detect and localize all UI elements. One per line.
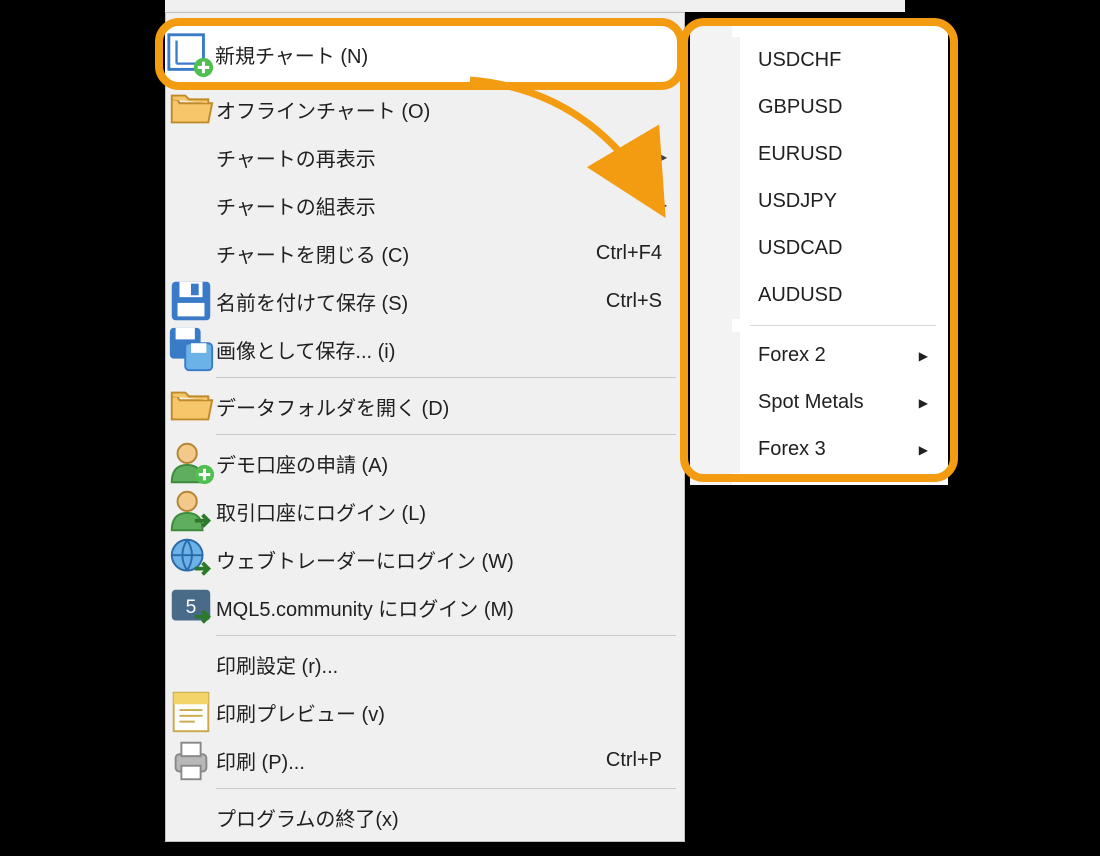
menu-item-print[interactable]: 印刷 (P)... Ctrl+P [166,736,684,784]
submenu-arrow-icon: ▶ [919,443,936,457]
menu-item-reshow-chart[interactable]: チャートの再表示 ▶ [166,133,684,181]
menu-item-open-data-folder[interactable]: データフォルダを開く (D) [166,382,684,430]
menu-label: MQL5.community にログイン (M) [216,593,672,622]
menu-separator [216,434,676,435]
globe-login-icon [166,534,216,584]
menu-item-login-web[interactable]: ウェブトレーダーにログイン (W) [166,535,684,583]
menu-label: データフォルダを開く (D) [216,392,672,421]
group-label: Forex 2 [740,344,919,367]
new-chart-icon [165,29,215,79]
pair-label: EURUSD [740,143,936,166]
shortcut: Ctrl+P [606,749,672,772]
save-icon [166,276,216,326]
menu-item-exit[interactable]: プログラムの終了(x) [166,793,684,841]
menu-label: チャートを閉じる (C) [216,239,596,268]
menu-item-save-as[interactable]: 名前を付けて保存 (S) Ctrl+S [166,277,684,325]
menu-label: デモ口座の申請 (A) [216,449,672,478]
pair-label: GBPUSD [740,96,936,119]
menu-label: 画像として保存... (i) [216,335,672,364]
group-label: Spot Metals [740,391,919,414]
menu-item-login-mql5[interactable]: 5 MQL5.community にログイン (M) [166,583,684,631]
folder-open-icon [166,84,216,134]
svg-text:5: 5 [186,597,197,618]
submenu-icon-stripe [690,25,732,485]
file-menu: オフラインチャート (O) チャートの再表示 ▶ チャートの組表示 ▶ チャート… [165,12,685,842]
group-label: Forex 3 [740,438,919,461]
submenu-arrow-icon: ▶ [658,198,672,212]
pair-label: USDCHF [740,49,936,72]
save-image-icon [166,324,216,374]
menu-label: チャートの再表示 [216,143,658,172]
menu-item-print-setup[interactable]: 印刷設定 (r)... [166,640,684,688]
menu-label: プログラムの終了(x) [216,803,672,832]
menu-item-close-chart[interactable]: チャートを閉じる (C) Ctrl+F4 [166,229,684,277]
menu-label: 印刷 (P)... [216,746,606,775]
submenu-arrow-icon: ▶ [658,150,672,164]
user-login-icon [166,486,216,536]
print-icon [166,735,216,785]
menu-label: 印刷プレビュー (v) [216,698,672,727]
menu-item-login-trade[interactable]: 取引口座にログイン (L) [166,487,684,535]
shortcut: Ctrl+S [606,290,672,313]
menu-label: オフラインチャート (O) [216,95,672,124]
menu-separator [216,377,676,378]
menu-item-demo-account[interactable]: デモ口座の申請 (A) [166,439,684,487]
menu-label: 取引口座にログイン (L) [216,497,672,526]
menu-item-offline-chart[interactable]: オフラインチャート (O) [166,85,684,133]
shortcut: Ctrl+F4 [596,242,672,265]
pair-label: USDJPY [740,190,936,213]
pair-label: USDCAD [740,237,936,260]
print-preview-icon [166,687,216,737]
submenu-arrow-icon: ▶ [919,349,936,363]
menu-label: ウェブトレーダーにログイン (W) [216,545,672,574]
menu-label: 新規チャート (N) [215,40,677,69]
menu-separator [216,788,676,789]
menu-label: 名前を付けて保存 (S) [216,287,606,316]
menu-label: 印刷設定 (r)... [216,650,672,679]
menu-item-new-chart[interactable]: 新規チャート (N) [165,26,677,82]
menubar [165,0,905,12]
user-add-icon [166,438,216,488]
menu-item-chart-group[interactable]: チャートの組表示 ▶ [166,181,684,229]
new-chart-submenu: USDCHF GBPUSD EURUSD USDJPY USDCAD AUDUS… [690,25,948,485]
submenu-arrow-icon: ▶ [919,396,936,410]
menu-item-print-preview[interactable]: 印刷プレビュー (v) [166,688,684,736]
menu-item-save-image[interactable]: 画像として保存... (i) [166,325,684,373]
menu-label: チャートの組表示 [216,191,658,220]
folder-icon [166,381,216,431]
submenu-separator [750,325,936,326]
menu-separator [216,635,676,636]
pair-label: AUDUSD [740,284,936,307]
mql5-icon: 5 [166,582,216,632]
